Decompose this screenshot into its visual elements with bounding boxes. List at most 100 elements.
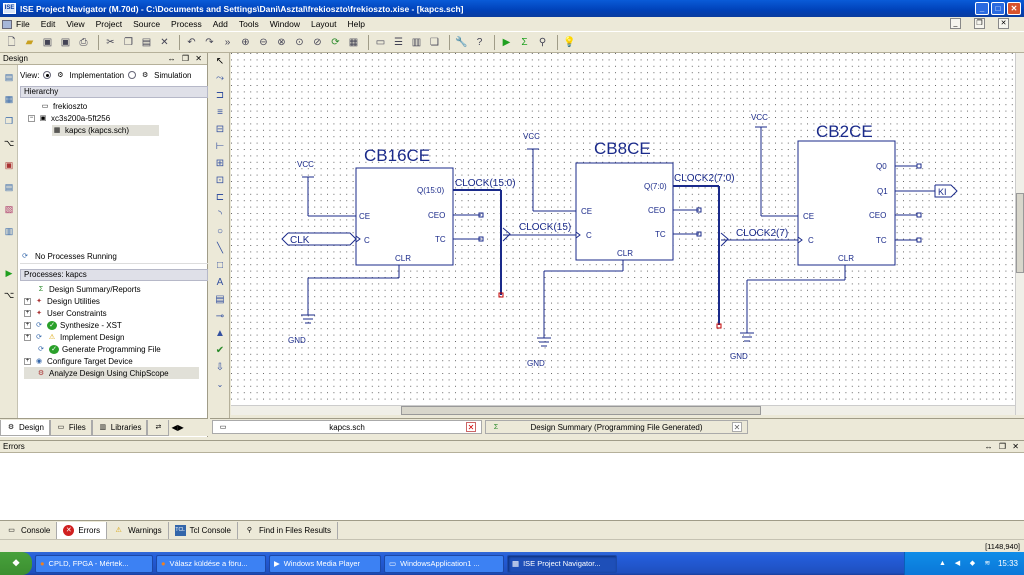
tree-item-kapcs[interactable]: ▦ kapcs (kapcs.sch) (52, 125, 160, 136)
process-item-user-constraints[interactable]: + ✦ User Constraints (24, 307, 107, 319)
simulation-radio[interactable] (128, 71, 137, 79)
add-net-name-icon[interactable]: ⊐ (213, 89, 227, 103)
menu-view[interactable]: View (66, 19, 84, 29)
task-ise[interactable]: ▦ ISE Project Navigator... (507, 554, 617, 573)
net-clock-15[interactable]: CLOCK(15) (519, 222, 571, 233)
schematic-canvas[interactable]: CB16CE VCC GND CE C Q(15:0) CEO TC CLR C… (231, 53, 1015, 405)
expand-icon[interactable]: + (24, 309, 31, 317)
task-windowsapp[interactable]: ▭ WindowsApplication1 ... (384, 554, 504, 573)
open-icon[interactable]: ▰ (22, 35, 37, 50)
add-rectangle-icon[interactable]: □ (213, 259, 227, 273)
tab-files[interactable]: ▭ Files (49, 419, 92, 436)
horizontal-scrollbar[interactable] (231, 405, 1015, 415)
process-item-chipscope[interactable]: ⚙ Analyze Design Using ChipScope (24, 367, 199, 379)
add-io-marker-icon[interactable]: ⊢ (213, 140, 227, 154)
tree-item-device[interactable]: − ▣ xc3s200a-5ft256 (28, 113, 110, 124)
expand-palette-icon[interactable]: ⌄ (213, 378, 227, 392)
remove-source-icon[interactable]: ▣ (3, 159, 15, 171)
menu-file[interactable]: File (16, 19, 30, 29)
rename-bus-icon[interactable]: ≡ (213, 106, 227, 120)
tab-design-summary[interactable]: Σ Design Summary (Programming File Gener… (485, 420, 748, 434)
add-symbol-icon[interactable]: ⊞ (213, 157, 227, 171)
tray-clock[interactable]: 15:33 (998, 559, 1018, 568)
menu-project[interactable]: Project (96, 19, 122, 29)
undo-icon[interactable]: ↶ (184, 35, 199, 50)
add-bus-tap-icon[interactable]: ⊟ (213, 123, 227, 137)
document-icon[interactable] (2, 19, 12, 29)
close-tab-icon[interactable]: ✕ (466, 422, 476, 432)
menu-help[interactable]: Help (348, 19, 365, 29)
check-schematic-icon[interactable]: ✔ (213, 344, 227, 358)
process-run-icon[interactable]: ▶ (3, 267, 15, 279)
ascii-icon[interactable]: ▦ (346, 35, 361, 50)
clk-input-port[interactable]: CLK (290, 235, 310, 246)
source-edit-icon[interactable]: ▧ (3, 203, 15, 215)
collapse-icon[interactable]: − (28, 115, 35, 122)
panel-controls-icon[interactable]: ↔ ❐ ✕ (168, 53, 204, 65)
implementation-label[interactable]: Implementation (69, 71, 124, 80)
expand-icon[interactable]: + (24, 321, 31, 329)
implementation-radio[interactable] (43, 71, 52, 79)
process-item-design-utilities[interactable]: + ✦ Design Utilities (24, 295, 100, 307)
process-item-generate-programming[interactable]: ⟳ ✓ Generate Programming File (24, 343, 161, 355)
menu-window[interactable]: Window (270, 19, 300, 29)
menu-layout[interactable]: Layout (311, 19, 337, 29)
print-icon[interactable]: ⎙ (76, 35, 91, 50)
start-button[interactable]: ❖ (0, 552, 32, 575)
add-image-icon[interactable]: ▤ (213, 293, 227, 307)
tab-design[interactable]: ⚙ Design (0, 419, 50, 436)
tab-find-results[interactable]: ⚲ Find in Files Results (238, 521, 339, 539)
menu-tools[interactable]: Tools (239, 19, 259, 29)
process-item-implement[interactable]: + ⟳ ⚠ Implement Design (24, 331, 124, 343)
add-wire-icon[interactable]: ⤳ (213, 72, 227, 86)
copy-icon[interactable]: ❐ (121, 35, 136, 50)
net-clock2-7-0[interactable]: CLOCK2(7:0) (674, 173, 735, 184)
zoom-to-box-icon[interactable]: ⊘ (310, 35, 325, 50)
tile-vertical-icon[interactable]: ▥ (409, 35, 424, 50)
net-clock2-7[interactable]: CLOCK2(7) (736, 228, 788, 239)
panel-icon[interactable]: ▥ (3, 225, 15, 237)
task-cpld[interactable]: ● CPLD, FPGA - Mértek... (35, 554, 153, 573)
maximize-icon[interactable]: □ (991, 2, 1005, 15)
add-line-icon[interactable]: ╲ (213, 242, 227, 256)
zoom-in-icon[interactable]: ⊕ (238, 35, 253, 50)
save-all-icon[interactable]: ▣ (58, 35, 73, 50)
zoom-out-icon[interactable]: ⊖ (256, 35, 271, 50)
add-source-icon[interactable]: ▦ (3, 93, 15, 105)
tab-console[interactable]: ▭ Console (0, 521, 58, 539)
simulation-label[interactable]: Simulation (154, 71, 191, 80)
tray-speaker-icon[interactable]: ◀ (953, 559, 962, 568)
sigma-icon[interactable]: Σ (517, 35, 532, 50)
run-icon[interactable]: ▶ (499, 35, 514, 50)
select-tool-icon[interactable]: ↖ (213, 55, 227, 69)
symbol-wizard-icon[interactable]: ▲ (213, 327, 227, 341)
doc-close-icon[interactable]: ✕ (998, 18, 1009, 29)
vertical-scroll-thumb[interactable] (1016, 193, 1024, 273)
add-circle-icon[interactable]: ○ (213, 225, 227, 239)
new-icon[interactable]: 🗋 (4, 35, 19, 50)
window-icon[interactable]: ▭ (373, 35, 388, 50)
task-valasz[interactable]: ● Válasz küldése a föru... (156, 554, 266, 573)
add-text-icon[interactable]: A (213, 276, 227, 290)
zoom-selection-icon[interactable]: ⊙ (292, 35, 307, 50)
cascade-icon[interactable]: ❏ (427, 35, 442, 50)
tray-wifi-icon[interactable]: ≋ (983, 559, 992, 568)
tab-overflow[interactable]: ⇄ (147, 419, 170, 436)
horizontal-scroll-thumb[interactable] (401, 406, 761, 415)
ki-output-port[interactable]: KI (938, 187, 947, 197)
doc-minimize-icon[interactable]: _ (950, 18, 961, 29)
tab-kapcs-sch[interactable]: ▭ kapcs.sch ✕ (212, 420, 482, 434)
tile-horizontal-icon[interactable]: ☰ (391, 35, 406, 50)
expand-icon[interactable]: + (24, 357, 31, 365)
add-pin-icon[interactable]: ⊸ (213, 310, 227, 324)
tab-scroll-right-icon[interactable]: ▶ (178, 423, 184, 432)
menu-source[interactable]: Source (133, 19, 160, 29)
bulb-icon[interactable]: 💡 (562, 35, 577, 50)
tab-tcl-console[interactable]: TCL Tcl Console (169, 521, 238, 539)
help-query-icon[interactable]: ? (472, 35, 487, 50)
net-clock-15-0[interactable]: CLOCK(15:0) (455, 178, 516, 189)
ise-app-icon[interactable]: ISE (3, 3, 16, 14)
hierarchy-view-icon[interactable]: ▤ (3, 71, 15, 83)
tab-errors[interactable]: ✕ Errors (57, 521, 108, 539)
zoom-full-icon[interactable]: ⊗ (274, 35, 289, 50)
